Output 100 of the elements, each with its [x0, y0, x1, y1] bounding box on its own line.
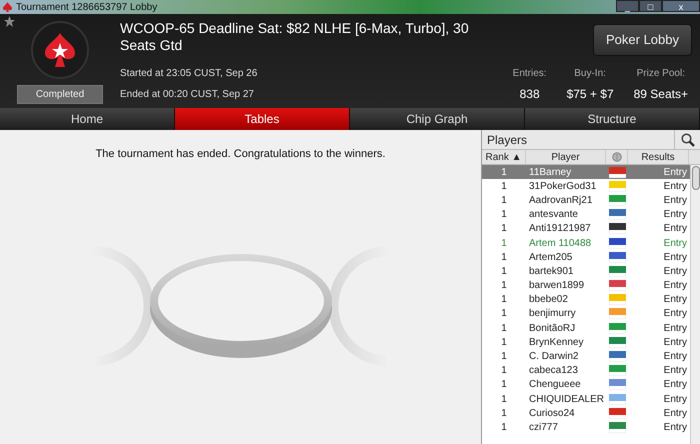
globe-icon[interactable] [612, 152, 622, 162]
app-icon [3, 2, 12, 12]
rank-text: 1 [500, 222, 508, 236]
player-row[interactable]: 1 bbebe02 Entry [482, 292, 690, 307]
player-name: bbebe02 [528, 293, 569, 308]
player-row[interactable]: 1 bartek901 Entry [482, 264, 690, 278]
player-row[interactable]: 1 barwen1899 Entry [482, 278, 690, 293]
rank-text: 1 [500, 336, 508, 350]
player-row[interactable]: 1 Artem205 Entry [482, 250, 690, 264]
rank-text: 1 [500, 307, 508, 322]
player-name: Artem205 [528, 250, 574, 265]
flag-icon [608, 223, 626, 234]
star-icon[interactable] [4, 16, 15, 27]
result-text: Entry [662, 222, 688, 236]
flag-icon [608, 252, 626, 263]
result-text: Entry [662, 364, 688, 378]
flag-icon [608, 365, 626, 376]
result-text: Entry [662, 406, 688, 421]
flag-icon [608, 294, 626, 306]
result-text: Entry [662, 236, 688, 251]
player-row[interactable]: 1 Curioso24 Entry [482, 406, 690, 420]
result-text: Entry [662, 208, 688, 222]
player-row[interactable]: 1 CHIQUIDEALER Entry [482, 392, 690, 406]
stat-label: Prize Pool: [636, 66, 685, 80]
flag-icon [608, 194, 626, 206]
stat-value: 89 Seats+ [634, 86, 688, 102]
player-row[interactable]: 1 BonitãoRJ Entry [482, 321, 690, 336]
player-row[interactable]: 1 Artem 110488 Entry [482, 236, 690, 250]
rank-text: 1 [500, 322, 508, 336]
player-row[interactable]: 1 11Barney Entry [482, 165, 690, 180]
search-icon [680, 132, 694, 146]
player-row[interactable]: 1 antesvante Entry [482, 208, 690, 222]
result-text: Entry [662, 350, 688, 364]
minimize-button[interactable]: _ [616, 0, 639, 12]
result-text: Entry [662, 322, 688, 336]
close-button[interactable]: x [662, 0, 700, 12]
scroll-thumb[interactable] [692, 166, 700, 190]
rank-text: 1 [500, 406, 508, 421]
flag-icon [608, 351, 626, 362]
result-text: Entry [662, 279, 688, 294]
flag-icon [608, 394, 626, 405]
player-row[interactable]: 1 AadrovanRj21 Entry [482, 193, 690, 208]
start-time: Started at 23:05 CUST, Sep 26 [120, 67, 258, 81]
player-name: Chengueee [528, 378, 582, 392]
rank-text: 1 [500, 180, 508, 194]
stat-value: $75 + $7 [566, 86, 614, 102]
player-name: antesvante [528, 208, 579, 222]
player-name: 11Barney [528, 166, 572, 180]
result-text: Entry [662, 250, 688, 265]
column-header[interactable]: Rank ▲ [482, 150, 526, 164]
rank-text: 1 [500, 420, 508, 435]
player-row[interactable]: 1 benjimurry Entry [482, 306, 690, 322]
player-name: czi777 [528, 420, 559, 435]
player-name: C. Darwin2 [528, 350, 580, 364]
rank-text: 1 [500, 293, 508, 308]
player-row[interactable]: 1 BrynKenney Entry [482, 335, 690, 350]
player-name: CHIQUIDEALER [528, 392, 606, 407]
player-row[interactable]: 1 Chengueee Entry [482, 378, 690, 392]
player-row[interactable]: 1 31PokerGod31 Entry [482, 179, 690, 194]
poker-lobby-button[interactable]: Poker Lobby [593, 24, 692, 56]
scrollbar[interactable] [690, 165, 700, 444]
player-name: 31PokerGod31 [528, 180, 598, 194]
player-row[interactable]: 1 Anti19121987 Entry [482, 222, 690, 236]
rank-text: 1 [500, 378, 508, 392]
result-text: Entry [662, 194, 688, 208]
rank-text: 1 [500, 392, 508, 407]
flag-icon [608, 280, 626, 292]
status-message: The tournament has ended. Congratulations to the winners. [96, 147, 386, 162]
player-name: Anti19121987 [528, 222, 592, 236]
player-name: Artem 110488 [528, 236, 592, 251]
result-text: Entry [662, 392, 688, 407]
flag-icon [608, 209, 626, 220]
result-text: Entry [662, 336, 688, 350]
result-text: Entry [662, 420, 688, 435]
tab[interactable]: Home [0, 108, 175, 130]
tab[interactable]: Tables [175, 108, 350, 130]
result-text: Entry [662, 307, 688, 322]
player-name: Curioso24 [528, 406, 576, 421]
rank-text: 1 [500, 236, 508, 251]
player-name: AadrovanRj21 [528, 194, 594, 208]
maximize-button[interactable]: □ [639, 0, 662, 12]
player-row[interactable]: 1 czi777 Entry [482, 420, 690, 435]
player-row[interactable]: 1 C. Darwin2 Entry [482, 349, 690, 364]
flag-icon [608, 238, 626, 249]
tab[interactable]: Chip Graph [350, 108, 525, 130]
stat-label: Entries: [512, 66, 547, 80]
status-label: Completed [16, 85, 104, 104]
stat-label: Buy-In: [574, 66, 606, 80]
player-name: BonitãoRJ [528, 322, 576, 336]
rank-text: 1 [500, 350, 508, 364]
flag-icon [608, 322, 626, 334]
column-header[interactable]: Results [628, 150, 689, 164]
column-header[interactable]: Player [526, 150, 606, 164]
player-name: BrynKenney [528, 336, 584, 350]
rank-text: 1 [500, 279, 508, 294]
rank-text: 1 [500, 264, 508, 279]
tab[interactable]: Structure [525, 108, 700, 130]
player-row[interactable]: 1 cabeca123 Entry [482, 364, 690, 378]
result-text: Entry [662, 264, 688, 279]
flag-icon [608, 408, 626, 419]
